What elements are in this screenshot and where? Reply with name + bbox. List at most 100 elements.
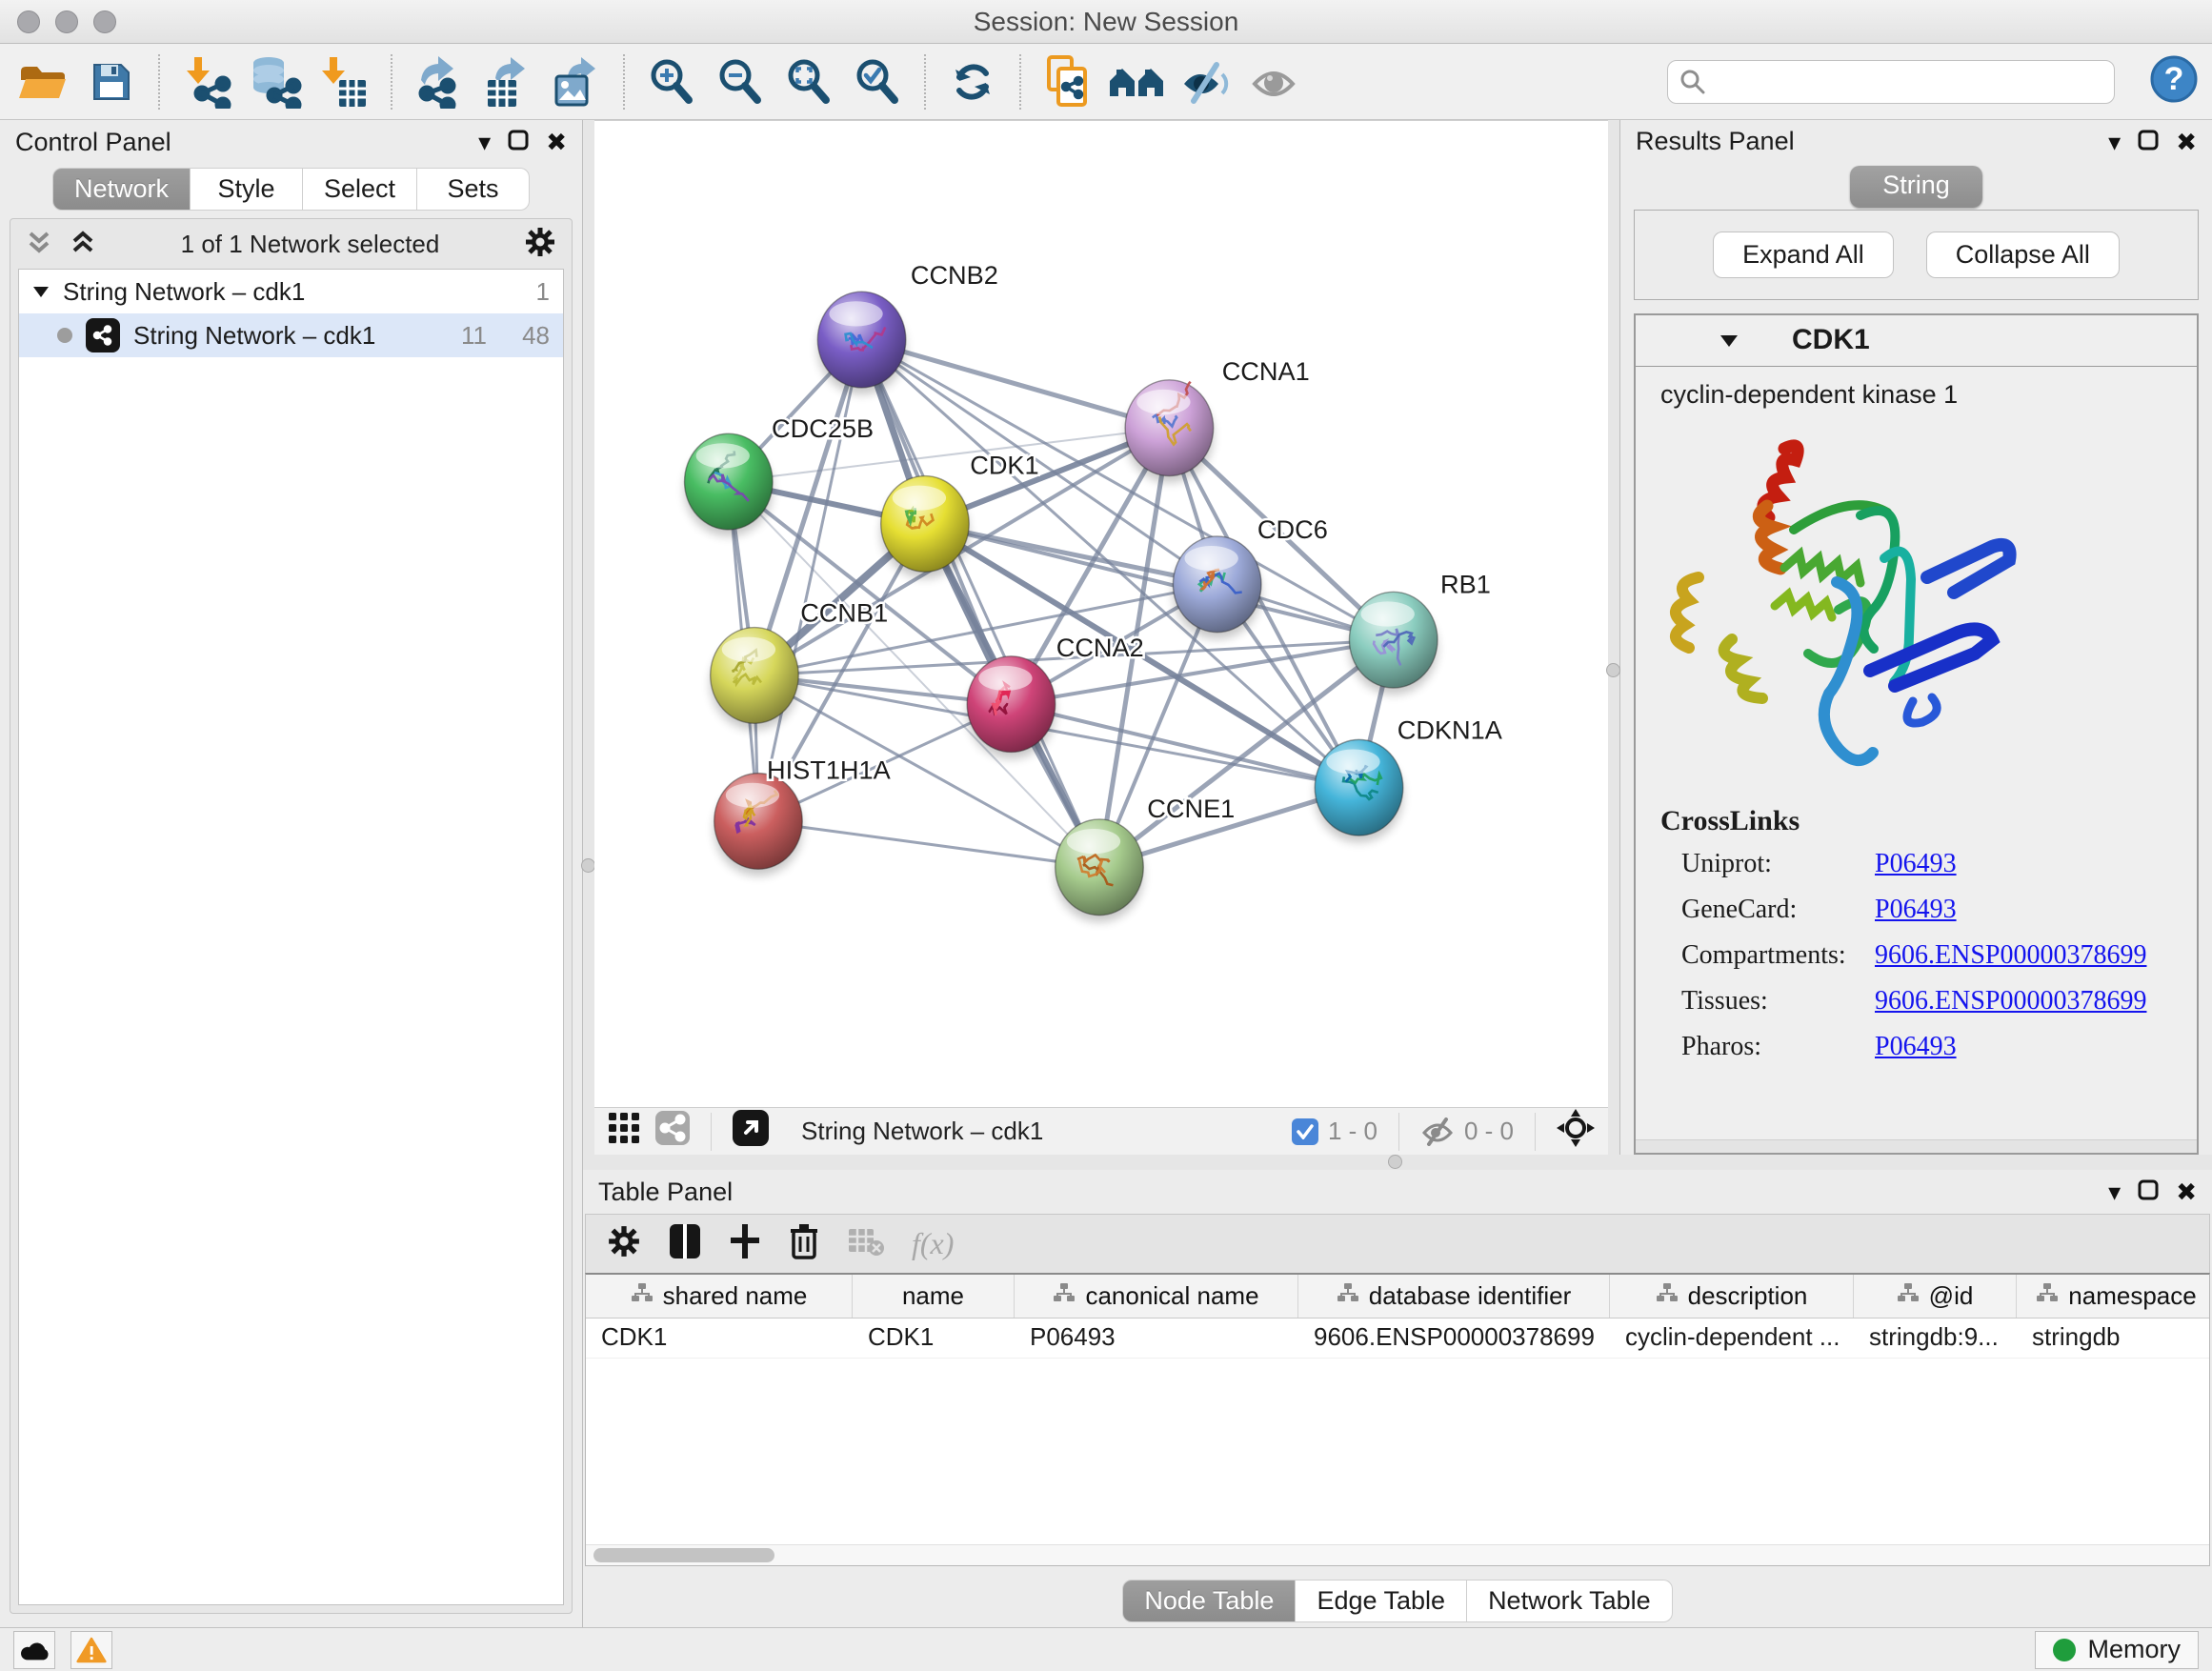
table-cell[interactable]: CDK1: [586, 1319, 853, 1358]
help-button[interactable]: ?: [2149, 54, 2199, 109]
node-details-header[interactable]: CDK1: [1636, 315, 2197, 367]
table-cell[interactable]: 9606.ENSP00000378699: [1298, 1319, 1610, 1358]
selected-checkbox-icon[interactable]: [1292, 1118, 1318, 1145]
network-node-CDKN1A[interactable]: CDKN1A: [1315, 715, 1502, 842]
control-panel-maximize-icon[interactable]: [508, 130, 529, 154]
network-edge-CCNB2-CCNE1[interactable]: [862, 340, 1099, 868]
crosslink-link[interactable]: 9606.ENSP00000378699: [1875, 940, 2146, 971]
collapse-all-networks-icon[interactable]: [26, 228, 52, 261]
tab-network-table[interactable]: Network Table: [1467, 1580, 1673, 1622]
birdseye-grid-icon[interactable]: [608, 1112, 640, 1151]
create-column-plus-icon[interactable]: [729, 1222, 761, 1265]
zoom-out-icon[interactable]: [711, 52, 770, 111]
export-network-icon[interactable]: [410, 52, 469, 111]
import-table-from-file-icon[interactable]: [314, 52, 373, 111]
tab-edge-table[interactable]: Edge Table: [1296, 1580, 1467, 1622]
tab-network[interactable]: Network: [52, 168, 191, 211]
delete-column-trash-icon[interactable]: [788, 1221, 820, 1266]
show-all-eye-icon[interactable]: [1244, 52, 1303, 111]
network-edge-CCNB2-HIST1H1A[interactable]: [758, 340, 862, 821]
search-input[interactable]: [1716, 67, 2102, 96]
control-panel-close-icon[interactable]: ✖: [546, 130, 567, 154]
expand-all-button[interactable]: Expand All: [1713, 232, 1894, 278]
cloud-status-button[interactable]: [13, 1631, 55, 1669]
network-node-CCNB2[interactable]: CCNB2: [817, 260, 998, 394]
warning-button[interactable]: [70, 1631, 112, 1669]
zoom-in-icon[interactable]: [642, 52, 701, 111]
import-network-from-file-icon[interactable]: [177, 52, 236, 111]
import-network-from-database-icon[interactable]: [246, 52, 305, 111]
network-node-CCNB1[interactable]: CCNB1: [711, 598, 889, 731]
hide-selected-eye-slash-icon[interactable]: [1176, 52, 1235, 111]
tab-style[interactable]: Style: [191, 168, 303, 211]
table-cell[interactable]: cyclin-dependent ...: [1610, 1319, 1854, 1358]
table-cell[interactable]: P06493: [1015, 1319, 1298, 1358]
column-header-database-identifier[interactable]: database identifier: [1298, 1275, 1610, 1318]
show-columns-icon[interactable]: [668, 1222, 702, 1265]
right-vertical-splitter[interactable]: [1608, 120, 1619, 1155]
table-row[interactable]: CDK1CDK1P064939606.ENSP00000378699cyclin…: [586, 1319, 2209, 1359]
network-node-CDC6[interactable]: CDC6: [1173, 514, 1327, 639]
open-in-window-icon[interactable]: [733, 1110, 769, 1153]
results-panel-close-icon[interactable]: ✖: [2176, 130, 2197, 154]
tab-select[interactable]: Select: [303, 168, 417, 211]
table-panel-maximize-icon[interactable]: [2138, 1179, 2159, 1204]
zoom-selected-icon[interactable]: [848, 52, 907, 111]
results-scrollbar-track[interactable]: [1636, 1139, 2197, 1153]
network-edge-CCNA2-CDKN1A[interactable]: [1011, 704, 1358, 788]
network-options-gear-icon[interactable]: [524, 226, 556, 263]
column-header-namespace[interactable]: namespace: [2017, 1275, 2212, 1318]
export-table-icon[interactable]: [478, 52, 537, 111]
network-node-CCNA1[interactable]: CCNA1: [1125, 356, 1310, 483]
refresh-view-icon[interactable]: [943, 52, 1002, 111]
network-edge-CCNB2-CCNA1[interactable]: [862, 340, 1170, 429]
crosslink-link[interactable]: P06493: [1875, 849, 1957, 879]
column-header-canonical-name[interactable]: canonical name: [1015, 1275, 1298, 1318]
column-header-description[interactable]: description: [1610, 1275, 1854, 1318]
memory-button[interactable]: Memory: [2035, 1631, 2199, 1669]
network-node-CCNE1[interactable]: CCNE1: [1056, 794, 1236, 922]
crosslink-link[interactable]: P06493: [1875, 1032, 1957, 1062]
table-panel-close-icon[interactable]: ✖: [2176, 1179, 2197, 1204]
first-neighbors-icon[interactable]: [1107, 52, 1166, 111]
table-cell[interactable]: stringdb: [2017, 1319, 2212, 1358]
save-session-icon[interactable]: [82, 52, 141, 111]
column-header-shared-name[interactable]: shared name: [586, 1275, 853, 1318]
zoom-fit-content-icon[interactable]: [779, 52, 838, 111]
network-canvas[interactable]: CCNB2CCNA1CDC25BCDK1CDC6RB1CCNB1CCNA2CDK…: [594, 121, 1608, 1107]
network-node-HIST1H1A[interactable]: HIST1H1A: [714, 755, 892, 876]
table-options-gear-icon[interactable]: [607, 1224, 641, 1263]
network-edge-HIST1H1A-CCNE1[interactable]: [758, 821, 1099, 867]
copy-style-icon[interactable]: [1038, 52, 1097, 111]
expand-all-networks-icon[interactable]: [70, 228, 96, 261]
table-hscrollbar[interactable]: [586, 1544, 2209, 1565]
network-collection-row[interactable]: String Network – cdk1 1: [19, 270, 563, 313]
table-hscrollbar-thumb[interactable]: [593, 1548, 774, 1562]
column-header-@id[interactable]: @id: [1854, 1275, 2017, 1318]
hidden-counts-badge[interactable]: 0 - 0: [1420, 1117, 1514, 1146]
tab-sets[interactable]: Sets: [417, 168, 530, 211]
horizontal-splitter[interactable]: [583, 1155, 2212, 1170]
fit-selected-crosshair-icon[interactable]: [1557, 1109, 1595, 1154]
column-header-name[interactable]: name: [853, 1275, 1015, 1318]
crosslink-link[interactable]: P06493: [1875, 895, 1957, 925]
table-cell[interactable]: stringdb:9...: [1854, 1319, 2017, 1358]
export-image-icon[interactable]: [547, 52, 606, 111]
results-panel-float-icon[interactable]: ▾: [2108, 130, 2121, 154]
global-search-box[interactable]: [1667, 60, 2115, 104]
section-collapse-triangle-icon[interactable]: [1719, 333, 1739, 348]
network-node-RB1[interactable]: RB1: [1349, 569, 1490, 695]
results-panel-maximize-icon[interactable]: [2138, 130, 2159, 154]
table-cell[interactable]: CDK1: [853, 1319, 1015, 1358]
crosslink-link[interactable]: 9606.ENSP00000378699: [1875, 986, 2146, 1017]
collapse-all-button[interactable]: Collapse All: [1926, 232, 2120, 278]
selected-counts-badge[interactable]: 1 - 0: [1292, 1117, 1377, 1146]
left-vertical-splitter[interactable]: [583, 120, 594, 1155]
tab-string[interactable]: String: [1850, 166, 1982, 208]
tab-node-table[interactable]: Node Table: [1122, 1580, 1296, 1622]
network-row[interactable]: String Network – cdk1 11 48: [19, 313, 563, 357]
collapse-triangle-icon[interactable]: [32, 285, 50, 298]
network-share-icon[interactable]: [655, 1111, 690, 1152]
control-panel-float-icon[interactable]: ▾: [478, 130, 491, 154]
open-session-icon[interactable]: [13, 52, 72, 111]
